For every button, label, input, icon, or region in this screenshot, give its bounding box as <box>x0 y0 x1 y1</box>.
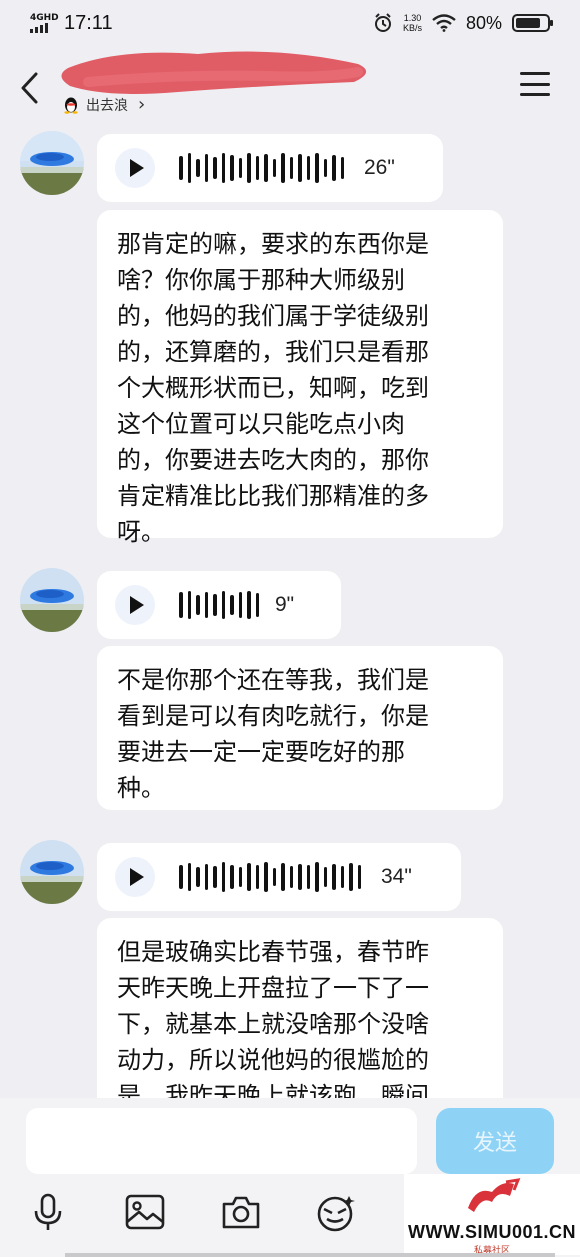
network-indicator: 4GHD <box>30 13 59 33</box>
chat-subtitle[interactable]: 出去浪 › <box>62 94 145 115</box>
avatar[interactable] <box>20 131 84 195</box>
microphone-icon <box>34 1193 62 1230</box>
message-line: 要进去一定一定要吃好的那 <box>117 738 405 766</box>
status-bar: 4GHD 17:11 1.30 KB/s 80% <box>0 0 580 46</box>
message-line: 的，你要进去吃大肉的，那你 <box>117 446 429 474</box>
send-button[interactable]: 发送 <box>436 1108 554 1174</box>
voice-message[interactable]: 34" <box>97 843 461 911</box>
message-line: 这个位置可以只能吃点小肉 <box>117 410 405 438</box>
emoji-button[interactable] <box>314 1190 358 1234</box>
image-icon <box>125 1194 165 1230</box>
camera-icon <box>222 1196 260 1229</box>
voice-input-button[interactable] <box>26 1190 70 1234</box>
chevron-left-icon <box>21 72 38 104</box>
message-line: 的，还算磨的，我们只是看那 <box>117 338 429 366</box>
message-line: 天昨天晚上开盘拉了一下了一 <box>117 974 429 1002</box>
voice-message[interactable]: 9" <box>97 571 341 639</box>
status-time: 17:11 <box>64 11 113 34</box>
play-button[interactable] <box>115 585 155 625</box>
play-icon <box>130 868 144 886</box>
subtitle-label: 出去浪 <box>86 97 128 114</box>
battery-fill <box>516 18 540 28</box>
play-button[interactable] <box>115 148 155 188</box>
message-input[interactable] <box>26 1108 417 1174</box>
message-line: 呀。 <box>117 518 165 546</box>
home-indicator <box>65 1253 555 1257</box>
text-message[interactable]: 但是玻确实比春节强，春节昨 天昨天晚上开盘拉了一下了一 下，就基本上就没啥那个没… <box>97 918 503 1098</box>
status-right: 1.30 KB/s 80% <box>373 12 553 34</box>
network-label: 4GHD <box>30 13 59 23</box>
avatar[interactable] <box>20 568 84 632</box>
speed-unit: KB/s <box>402 23 422 33</box>
network-speed: 1.30 KB/s <box>403 13 422 33</box>
watermark-text: WWW.SIMU001.CN <box>407 1222 576 1242</box>
message-line: 不是你那个还在等我，我们是 <box>117 666 429 694</box>
waveform <box>179 590 259 620</box>
watermark-logo-icon <box>468 1178 521 1212</box>
message-line: 肯定精准比比我们那精准的多 <box>117 482 429 510</box>
text-message[interactable]: 不是你那个还在等我，我们是 看到是可以有肉吃就行，你是 要进去一定一定要吃好的那… <box>97 646 503 810</box>
text-message[interactable]: 那肯定的嘛，要求的东西你是 啥？你你属于那种大师级别 的，他妈的我们属于学徒级别… <box>97 210 503 546</box>
message-line: 动力，所以说他妈的很尴尬的 <box>117 1046 429 1074</box>
play-icon <box>130 596 144 614</box>
voice-duration: 26" <box>364 156 395 179</box>
message-line: 但是玻确实比春节强，春节昨 <box>117 938 429 966</box>
message-line: 种。 <box>117 774 165 802</box>
message-line: 那肯定的嘛，要求的东西你是 <box>117 230 429 258</box>
play-icon <box>130 159 144 177</box>
input-area: 发送 WWW.SIMU001.CN 私募社区 <box>0 1098 580 1257</box>
message-line: 看到是可以有肉吃就行，你是 <box>117 702 429 730</box>
message-line: 下，就基本上就没啥那个没啥 <box>117 1010 429 1038</box>
alarm-icon <box>374 13 391 32</box>
image-button[interactable] <box>123 1190 167 1234</box>
hamburger-menu-icon <box>520 72 550 75</box>
avatar-image <box>20 131 84 195</box>
battery-percent: 80% <box>465 12 502 33</box>
play-button[interactable] <box>115 857 155 897</box>
penguin-icon <box>64 97 78 114</box>
avatar-image <box>20 568 84 632</box>
camera-button[interactable] <box>219 1190 263 1234</box>
menu-line <box>520 82 550 86</box>
chat-messages[interactable]: 26" 那肯定的嘛，要求的东西你是 啥？你你属于那种大师级别 的，他妈的我们属于… <box>0 128 580 1098</box>
voice-duration: 9" <box>275 593 295 616</box>
menu-button[interactable] <box>520 72 550 96</box>
battery-icon <box>512 14 553 32</box>
watermark: WWW.SIMU001.CN 私募社区 <box>404 1174 580 1256</box>
emoji-icon <box>317 1196 355 1232</box>
wifi-icon <box>432 14 456 32</box>
waveform <box>179 153 344 183</box>
menu-line <box>520 93 550 96</box>
message-line: 啥？你你属于那种大师级别 <box>117 266 405 294</box>
chevron-right-icon: › <box>138 94 146 115</box>
signal-icon <box>30 23 56 33</box>
message-line: 个大概形状而已，知啊，吃到 <box>117 374 429 402</box>
message-line: 是，我昨天晚上就该跑，瞬间 <box>117 1082 429 1098</box>
waveform <box>179 862 361 892</box>
voice-duration: 34" <box>381 865 412 888</box>
avatar[interactable] <box>20 840 84 904</box>
message-line: 的，他妈的我们属于学徒级别 <box>117 302 429 330</box>
voice-message[interactable]: 26" <box>97 134 443 202</box>
back-button[interactable] <box>18 70 48 110</box>
avatar-image <box>20 840 84 904</box>
speed-value: 1.30 <box>403 13 422 23</box>
chat-header: 出去浪 › <box>0 46 580 128</box>
